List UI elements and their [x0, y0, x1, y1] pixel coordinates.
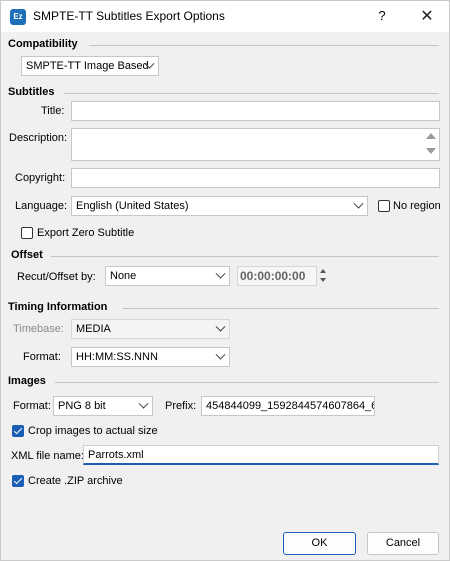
language-select-value: English (United States) — [76, 200, 189, 212]
compatibility-divider — [89, 45, 439, 46]
description-scrollbar[interactable] — [425, 129, 437, 159]
export-zero-subtitle-label[interactable]: Export Zero Subtitle — [37, 227, 134, 239]
timing-format-select[interactable]: HH:MM:SS.NNN — [71, 347, 230, 367]
app-icon: Ez — [10, 9, 26, 25]
offset-heading: Offset — [11, 249, 43, 261]
timebase-select-value: MEDIA — [76, 323, 111, 335]
crop-images-checkbox[interactable] — [12, 425, 24, 437]
timebase-select: MEDIA — [71, 319, 230, 339]
timing-heading: Timing Information — [8, 301, 108, 313]
title-label: Title: — [41, 105, 65, 117]
help-button[interactable]: ? — [373, 7, 391, 25]
no-region-checkbox[interactable] — [378, 200, 390, 212]
crop-images-label[interactable]: Crop images to actual size — [28, 425, 158, 437]
spin-down-icon[interactable] — [320, 278, 326, 282]
offset-timecode-input[interactable]: 00:00:00:00 — [237, 266, 317, 286]
recut-select-value: None — [110, 270, 137, 282]
image-format-label: Format: — [13, 400, 51, 412]
chevron-down-icon — [215, 349, 226, 360]
scroll-up-icon[interactable] — [426, 133, 436, 139]
no-region-label[interactable]: No region — [393, 200, 441, 212]
title-bar: Ez SMPTE-TT Subtitles Export Options ? ✕ — [1, 1, 449, 32]
create-zip-checkbox[interactable] — [12, 475, 24, 487]
compatibility-select-value: SMPTE-TT Image Based — [26, 60, 149, 72]
copyright-input[interactable] — [71, 168, 440, 188]
recut-label: Recut/Offset by: — [17, 271, 96, 283]
timebase-label: Timebase: — [13, 323, 64, 335]
timing-format-label: Format: — [23, 351, 61, 363]
language-select[interactable]: English (United States) — [71, 196, 368, 216]
create-zip-label[interactable]: Create .ZIP archive — [28, 475, 123, 487]
scroll-down-icon[interactable] — [426, 148, 436, 154]
timing-format-select-value: HH:MM:SS.NNN — [76, 351, 158, 363]
compatibility-heading: Compatibility — [8, 38, 78, 50]
prefix-label: Prefix: — [165, 400, 197, 412]
images-divider — [55, 382, 439, 383]
title-input[interactable] — [71, 101, 440, 121]
timing-divider — [123, 308, 439, 309]
prefix-input[interactable]: 454844099_1592844574607864_6 — [201, 396, 375, 416]
chevron-down-icon — [353, 198, 364, 209]
xml-file-name-input[interactable]: Parrots.xml — [83, 445, 439, 465]
window-title: SMPTE-TT Subtitles Export Options — [33, 9, 225, 23]
offset-divider — [51, 256, 439, 257]
chevron-down-icon — [215, 321, 226, 332]
export-options-dialog: Ez SMPTE-TT Subtitles Export Options ? ✕… — [0, 0, 450, 561]
spin-up-icon[interactable] — [320, 269, 326, 273]
export-zero-subtitle-checkbox[interactable] — [21, 227, 33, 239]
chevron-down-icon — [215, 268, 226, 279]
timecode-spinner[interactable] — [317, 266, 331, 286]
chevron-down-icon — [138, 398, 149, 409]
images-heading: Images — [8, 375, 46, 387]
xml-file-name-label: XML file name: — [11, 450, 84, 462]
cancel-button[interactable]: Cancel — [367, 532, 439, 555]
recut-select[interactable]: None — [105, 266, 230, 286]
compatibility-select[interactable]: SMPTE-TT Image Based — [21, 56, 159, 76]
copyright-label: Copyright: — [15, 172, 66, 184]
language-label: Language: — [15, 200, 67, 212]
description-label: Description: — [9, 132, 68, 144]
close-button[interactable]: ✕ — [417, 7, 437, 27]
ok-button[interactable]: OK — [283, 532, 356, 555]
description-textarea[interactable] — [71, 128, 440, 161]
image-format-select[interactable]: PNG 8 bit — [53, 396, 153, 416]
image-format-select-value: PNG 8 bit — [58, 400, 106, 412]
subtitles-divider — [64, 93, 439, 94]
subtitles-heading: Subtitles — [8, 86, 55, 98]
